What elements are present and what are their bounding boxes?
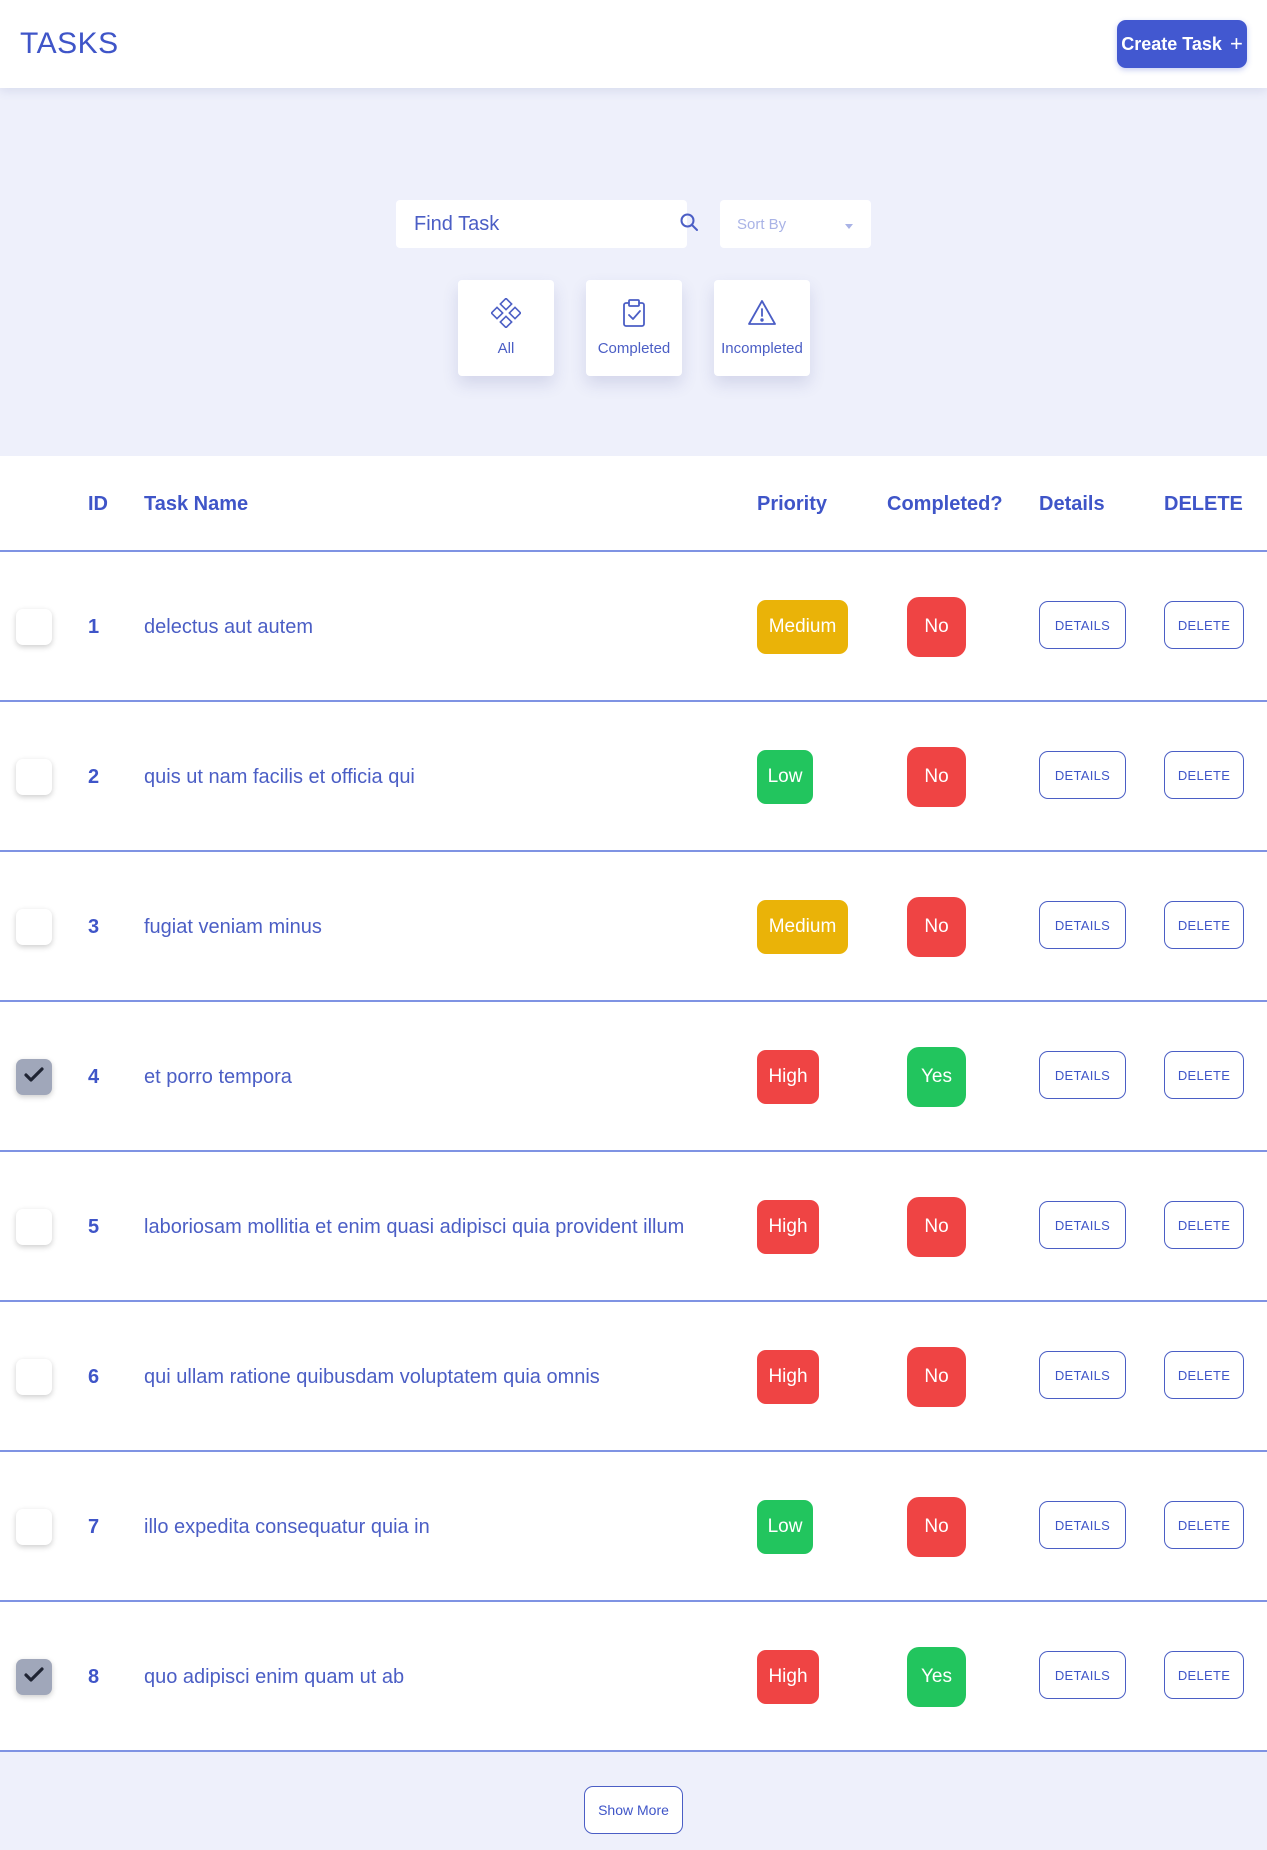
row-checkbox[interactable]	[16, 1209, 52, 1245]
delete-button[interactable]: DELETE	[1164, 601, 1244, 649]
plus-icon: +	[1229, 31, 1243, 56]
header-details: Details	[1039, 493, 1105, 515]
delete-button[interactable]: DELETE	[1164, 1201, 1244, 1249]
row-checkbox[interactable]	[16, 609, 52, 645]
completed-badge: No	[907, 1497, 966, 1557]
header-delete: DELETE	[1164, 493, 1243, 515]
caret-down-icon	[845, 216, 853, 233]
table-row: 6 qui ullam ratione quibusdam voluptatem …	[0, 1302, 1267, 1452]
row-checkbox[interactable]	[16, 1059, 52, 1095]
task-id: 2	[88, 766, 100, 788]
completed-badge: Yes	[907, 1647, 966, 1707]
header-completed: Completed?	[887, 493, 1003, 515]
row-checkbox[interactable]	[16, 909, 52, 945]
details-button[interactable]: DETAILS	[1039, 1651, 1126, 1699]
task-id: 4	[88, 1066, 100, 1088]
completed-badge: No	[907, 1197, 966, 1257]
warning-triangle-icon	[747, 298, 777, 340]
task-id: 3	[88, 916, 100, 938]
task-id: 8	[88, 1666, 100, 1688]
app-header: TASKS Create Task +	[0, 0, 1267, 88]
filter-completed-label: Completed	[597, 340, 671, 357]
priority-badge: High	[757, 1350, 819, 1404]
row-checkbox[interactable]	[16, 1509, 52, 1545]
page-title: TASKS	[20, 27, 119, 60]
search-icon[interactable]	[679, 212, 699, 237]
tasks-table: ID Task Name Priority Completed? Details…	[0, 456, 1267, 1752]
delete-button[interactable]: DELETE	[1164, 901, 1244, 949]
priority-badge: Medium	[757, 600, 848, 654]
create-task-button[interactable]: Create Task +	[1117, 20, 1247, 68]
details-button[interactable]: DETAILS	[1039, 751, 1126, 799]
checkmark-icon	[24, 1066, 44, 1088]
details-button[interactable]: DETAILS	[1039, 901, 1126, 949]
show-more-button[interactable]: Show More	[584, 1786, 683, 1834]
task-name: qui ullam ratione quibusdam voluptatem q…	[144, 1366, 600, 1388]
table-row: 1 delectus aut autem Medium No DETAILS DELETE	[0, 552, 1267, 702]
header-task-name: Task Name	[144, 493, 249, 515]
table-row: 7 illo expedita consequatur quia in Low No D…	[0, 1452, 1267, 1602]
priority-badge: Low	[757, 750, 813, 804]
completed-badge: Yes	[907, 1047, 966, 1107]
delete-button[interactable]: DELETE	[1164, 1651, 1244, 1699]
delete-button[interactable]: DELETE	[1164, 1051, 1244, 1099]
priority-badge: High	[757, 1650, 819, 1704]
task-name: illo expedita consequatur quia in	[144, 1516, 430, 1538]
delete-button[interactable]: DELETE	[1164, 751, 1244, 799]
header-id: ID	[88, 493, 108, 515]
row-checkbox[interactable]	[16, 759, 52, 795]
task-id: 7	[88, 1516, 100, 1538]
completed-badge: No	[907, 897, 966, 957]
row-checkbox[interactable]	[16, 1359, 52, 1395]
task-name: quis ut nam facilis et officia qui	[144, 766, 415, 788]
search-input[interactable]	[414, 212, 679, 236]
filter-all-label: All	[497, 340, 515, 357]
task-name: fugiat veniam minus	[144, 916, 322, 938]
table-row: 4 et porro tempora High Yes DETAILS DELETE	[0, 1002, 1267, 1152]
completed-badge: No	[907, 1347, 966, 1407]
priority-badge: Medium	[757, 900, 848, 954]
filter-incompleted[interactable]: Incompleted	[714, 280, 810, 376]
grid-diamond-icon	[490, 297, 522, 340]
details-button[interactable]: DETAILS	[1039, 601, 1126, 649]
details-button[interactable]: DETAILS	[1039, 1501, 1126, 1549]
filter-completed[interactable]: Completed	[586, 280, 682, 376]
delete-button[interactable]: DELETE	[1164, 1501, 1244, 1549]
table-row: 5 laboriosam mollitia et enim quasi adipi…	[0, 1152, 1267, 1302]
table-row: 8 quo adipisci enim quam ut ab High Yes DETA…	[0, 1602, 1267, 1752]
search-box[interactable]	[396, 200, 698, 248]
filter-incompleted-label: Incompleted	[721, 340, 803, 357]
clipboard-check-icon	[619, 298, 649, 340]
filter-all[interactable]: All	[458, 280, 554, 376]
task-id: 1	[88, 616, 100, 638]
task-id: 5	[88, 1216, 100, 1238]
table-header: ID Task Name Priority Completed? Details…	[0, 456, 1267, 552]
task-name: et porro tempora	[144, 1066, 292, 1088]
header-priority: Priority	[757, 493, 828, 515]
completed-badge: No	[907, 597, 966, 657]
row-checkbox[interactable]	[16, 1659, 52, 1695]
priority-badge: High	[757, 1050, 819, 1104]
table-row: 3 fugiat veniam minus Medium No DETAILS DELET…	[0, 852, 1267, 1002]
sort-dropdown[interactable]: Sort By	[720, 200, 871, 248]
task-id: 6	[88, 1366, 100, 1388]
priority-badge: Low	[757, 1500, 813, 1554]
details-button[interactable]: DETAILS	[1039, 1351, 1126, 1399]
delete-button[interactable]: DELETE	[1164, 1351, 1244, 1399]
details-button[interactable]: DETAILS	[1039, 1051, 1126, 1099]
priority-badge: High	[757, 1200, 819, 1254]
task-name: laboriosam mollitia et enim quasi adipis…	[144, 1216, 685, 1238]
task-name: quo adipisci enim quam ut ab	[144, 1666, 405, 1688]
task-name: delectus aut autem	[144, 616, 313, 638]
details-button[interactable]: DETAILS	[1039, 1201, 1126, 1249]
sort-label: Sort By	[737, 215, 787, 233]
create-task-label: Create Task	[1121, 33, 1222, 54]
checkmark-icon	[24, 1666, 44, 1688]
table-row: 2 quis ut nam facilis et officia qui Low No…	[0, 702, 1267, 852]
completed-badge: No	[907, 747, 966, 807]
